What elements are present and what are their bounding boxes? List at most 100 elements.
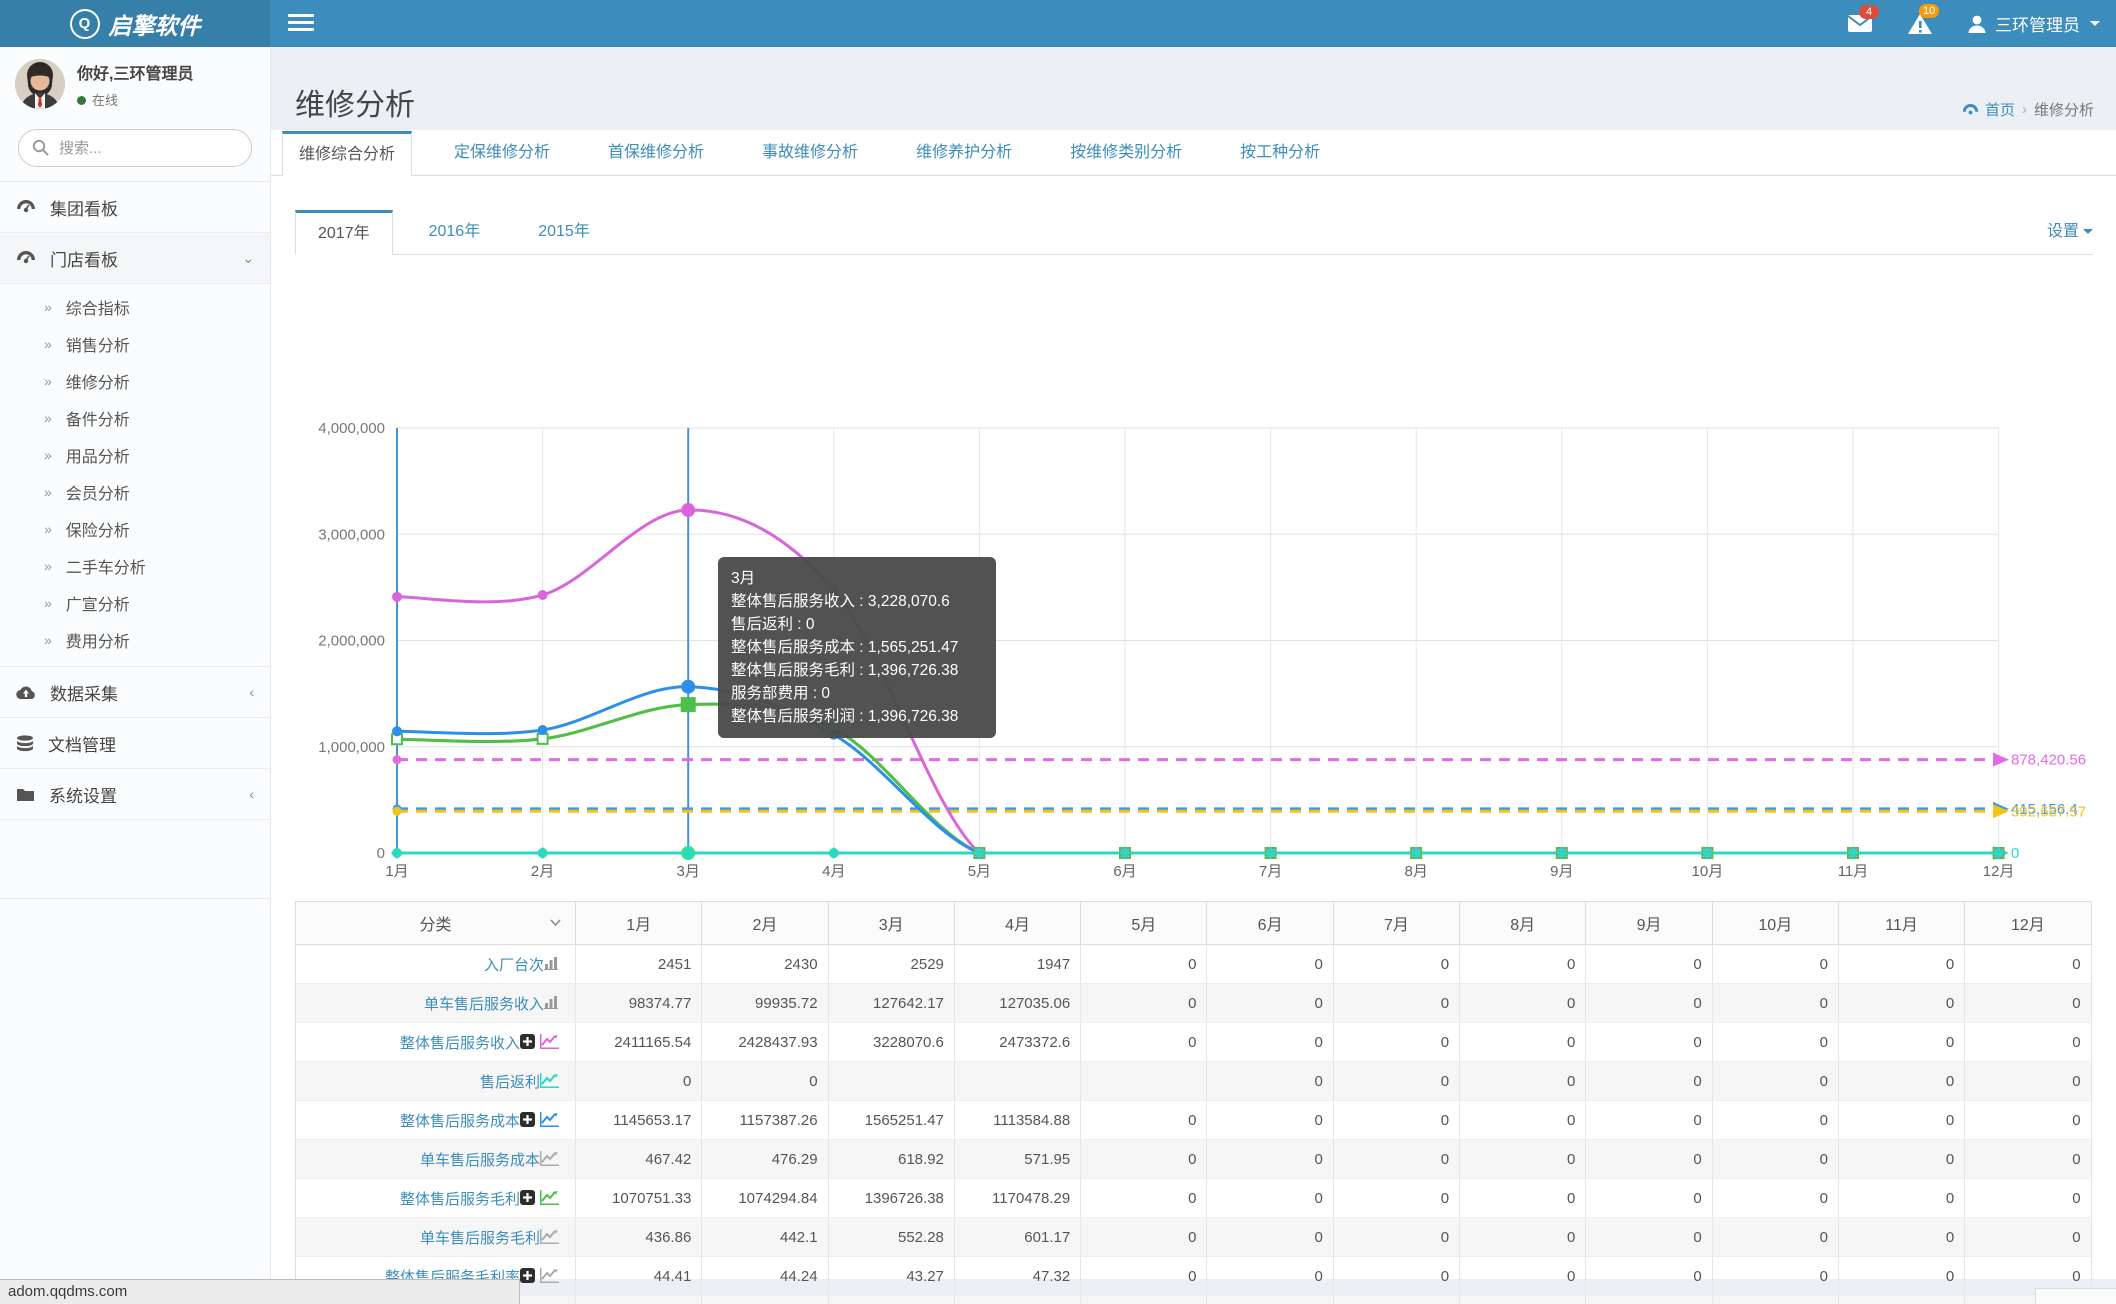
bar-chart-icon: [544, 995, 558, 1009]
value-cell: 0: [1964, 1217, 2092, 1257]
brand-logo[interactable]: Q 启擎软件: [0, 0, 270, 47]
value-cell: 0: [1712, 1256, 1839, 1296]
line-chart-icon: [540, 1228, 559, 1244]
tab-1[interactable]: 定保维修分析: [438, 130, 566, 175]
dashboard-icon: [17, 251, 35, 264]
analysis-line-chart: 0 1,000,000 2,000,000 3,000,000 4,000,000 1月 2…: [295, 387, 2093, 892]
plus-expand-icon[interactable]: [520, 1111, 535, 1127]
svg-text:9月: 9月: [1550, 863, 1573, 880]
year-tab-1[interactable]: 2016年: [407, 209, 503, 254]
value-cell: 0: [1080, 1100, 1208, 1140]
year-tab-0[interactable]: 2017年: [295, 210, 393, 255]
value-cell: 0: [1712, 1217, 1839, 1257]
value-cell: 601.17: [954, 1217, 1082, 1257]
tab-5[interactable]: 按维修类别分析: [1054, 130, 1198, 175]
tab-6[interactable]: 按工种分析: [1224, 130, 1336, 175]
angles-right-icon: »: [44, 483, 52, 500]
user-menu[interactable]: 三环管理员: [1967, 11, 2100, 36]
chevron-down-icon: [550, 919, 561, 926]
tab-4[interactable]: 维修养护分析: [900, 130, 1028, 175]
value-cell: 0: [1333, 983, 1461, 1023]
search-input[interactable]: [18, 129, 252, 167]
row-label-link[interactable]: 单车售后服务成本: [420, 1152, 540, 1169]
database-icon: [17, 734, 33, 751]
svg-text:4月: 4月: [822, 863, 845, 880]
sidebar-item-doc-manage[interactable]: 文档管理: [0, 718, 270, 769]
sidebar-subitem-8[interactable]: » 广宣分析: [0, 584, 270, 621]
sidebar-item-group-board[interactable]: 集团看板: [0, 182, 270, 233]
row-label-link[interactable]: 整体售后服务毛利: [400, 1191, 520, 1208]
value-cell: 0: [1838, 1061, 1966, 1101]
value-cell: 98374.77: [575, 983, 703, 1023]
tab-2[interactable]: 首保维修分析: [592, 130, 720, 175]
svg-text:392,687.57: 392,687.57: [2011, 803, 2086, 820]
plus-expand-icon[interactable]: [520, 1033, 535, 1049]
sidebar-item-sys-setting[interactable]: 系统设置 ‹: [0, 769, 270, 820]
row-label-link[interactable]: 售后返利: [480, 1074, 540, 1091]
sidebar-subitem-6[interactable]: » 保险分析: [0, 510, 270, 547]
sidebar-subitem-0[interactable]: » 综合指标: [0, 288, 270, 325]
avatar: [15, 59, 65, 109]
svg-text:0: 0: [2011, 845, 2019, 862]
breadcrumb-current: 维修分析: [2033, 102, 2094, 119]
online-status: 在线: [77, 90, 193, 109]
row-label-cell: 售后返利: [295, 1061, 576, 1101]
sidebar-subitem-4[interactable]: » 用品分析: [0, 436, 270, 473]
month-column-header-7: 7月: [1332, 901, 1461, 945]
sidebar-subitem-2[interactable]: » 维修分析: [0, 362, 270, 399]
sidebar-subitem-3[interactable]: » 备件分析: [0, 399, 270, 436]
value-cell: 0: [1080, 983, 1208, 1023]
year-tab-2[interactable]: 2015年: [516, 209, 612, 254]
value-cell: 0: [1585, 1022, 1713, 1062]
sidebar-item-store-board[interactable]: 门店看板 ⌄: [0, 233, 270, 284]
value-cell: 1170478.29: [954, 1178, 1082, 1218]
value-cell: 0: [1206, 1022, 1334, 1062]
month-column-header-1: 1月: [574, 901, 703, 945]
breadcrumb-home[interactable]: 首页: [1962, 99, 2015, 120]
row-label-cell: 单车售后服务毛利: [295, 1217, 576, 1257]
user-name: 三环管理员: [1995, 16, 2080, 35]
messages-button[interactable]: 4: [1847, 5, 1879, 33]
sidebar-toggle-button[interactable]: [288, 14, 314, 35]
value-cell: 127035.06: [954, 983, 1082, 1023]
row-label-link[interactable]: 单车售后服务收入: [424, 996, 544, 1013]
value-cell: 0: [1459, 1178, 1587, 1218]
row-label-link[interactable]: 入厂台次: [484, 957, 544, 974]
value-cell: 0: [701, 1061, 829, 1101]
row-label-link[interactable]: 整体售后服务收入: [400, 1035, 520, 1052]
alerts-button[interactable]: 10: [1907, 3, 1940, 35]
month-column-header-3: 3月: [827, 901, 955, 945]
value-cell: 0: [1964, 944, 2092, 984]
value-cell: 0: [1333, 1061, 1461, 1101]
tab-3[interactable]: 事故维修分析: [746, 130, 874, 175]
category-column-header[interactable]: 分类: [295, 901, 576, 945]
sidebar-subitem-5[interactable]: » 会员分析: [0, 473, 270, 510]
analysis-tabs: 维修综合分析 定保维修分析 首保维修分析 事故维修分析 维修养护分析 按维修类别分析 按工种…: [270, 130, 2116, 176]
settings-dropdown[interactable]: 设置: [2047, 209, 2093, 254]
plus-expand-icon[interactable]: [520, 1189, 535, 1205]
value-cell: 0: [1459, 1100, 1587, 1140]
value-cell: 0: [1080, 944, 1208, 984]
sidebar-item-data-collect[interactable]: 数据采集 ‹: [0, 667, 270, 718]
sidebar-subitem-7[interactable]: » 二手车分析: [0, 547, 270, 584]
tab-0[interactable]: 维修综合分析: [282, 131, 413, 176]
page-title: 维修分析: [295, 89, 415, 123]
month-column-header-9: 9月: [1585, 901, 1713, 945]
value-cell: [954, 1061, 1082, 1101]
sidebar-subitem-1[interactable]: » 销售分析: [0, 325, 270, 362]
value-cell: 0: [575, 1061, 703, 1101]
messages-badge: 4: [1859, 5, 1879, 19]
svg-text:4,000,000: 4,000,000: [318, 420, 385, 437]
line-chart-icon: [540, 1189, 559, 1205]
row-label-link[interactable]: 整体售后服务成本: [400, 1113, 520, 1130]
value-cell: 0: [1585, 944, 1713, 984]
value-cell: [828, 1295, 955, 1304]
plus-expand-icon[interactable]: [520, 1267, 535, 1283]
row-label-link[interactable]: 单车售后服务毛利: [420, 1230, 540, 1247]
sidebar-subitem-9[interactable]: » 费用分析: [0, 621, 270, 658]
month-column-header-6: 6月: [1206, 901, 1334, 945]
value-cell: 0: [575, 1295, 703, 1304]
dashboard-icon: [17, 200, 35, 213]
value-cell: 0: [1964, 1100, 2092, 1140]
bar-chart-icon: [544, 956, 558, 970]
